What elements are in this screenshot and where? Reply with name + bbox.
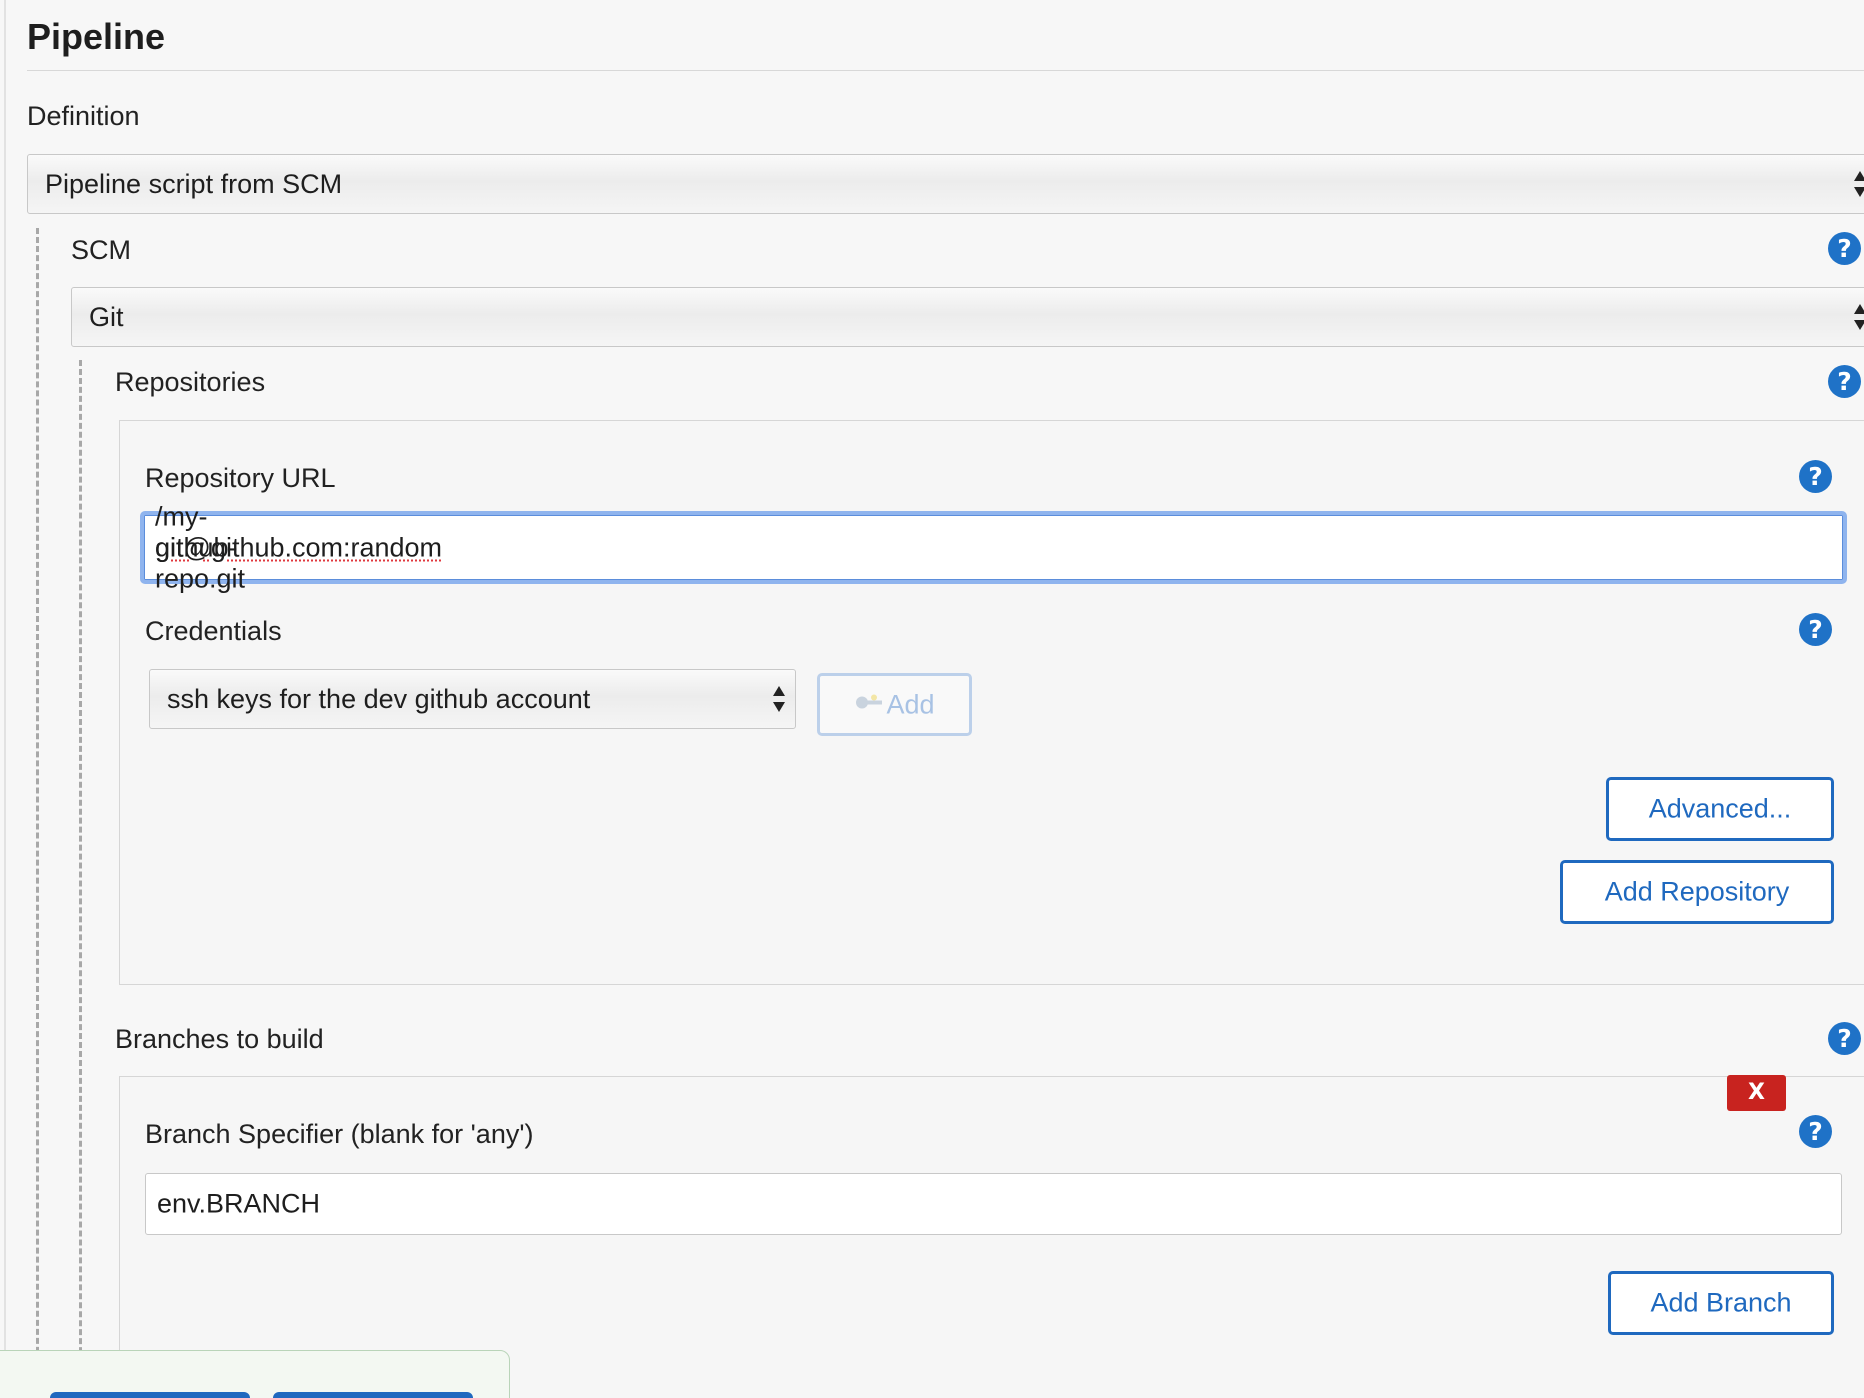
select-arrows-icon bbox=[1854, 302, 1864, 332]
scm-help-icon[interactable]: ? bbox=[1828, 232, 1861, 265]
definition-label: Definition bbox=[27, 101, 140, 131]
bottom-popup-button-2[interactable] bbox=[273, 1392, 473, 1398]
pipeline-config-page: Pipeline Definition Pipeline script from… bbox=[0, 0, 1864, 1398]
advanced-button[interactable]: Advanced... bbox=[1606, 777, 1834, 841]
repository-url-label: Repository URL bbox=[145, 463, 336, 493]
repository-url-input[interactable]: git@github.com:random/my-github-repo.git bbox=[140, 501, 1847, 593]
repositories-label: Repositories bbox=[115, 367, 266, 397]
advanced-label: Advanced... bbox=[1648, 793, 1792, 824]
page-title: Pipeline bbox=[27, 16, 166, 57]
select-arrows-icon bbox=[1854, 169, 1864, 199]
scm-select-value: Git bbox=[89, 302, 124, 332]
repository-url-path: /my-github-repo.git bbox=[155, 501, 246, 593]
branch-specifier-label: Branch Specifier (blank for 'any') bbox=[145, 1119, 534, 1149]
branch-specifier-help-icon[interactable]: ? bbox=[1799, 1115, 1832, 1148]
definition-select-value: Pipeline script from SCM bbox=[45, 169, 343, 199]
branches-label: Branches to build bbox=[115, 1024, 324, 1054]
bottom-popup-button-1[interactable] bbox=[50, 1392, 250, 1398]
credentials-select[interactable]: ssh keys for the dev github account bbox=[149, 669, 796, 729]
title-divider bbox=[27, 70, 1864, 71]
repositories-help-icon[interactable]: ? bbox=[1828, 365, 1861, 398]
credentials-help-icon[interactable]: ? bbox=[1799, 613, 1832, 646]
add-branch-button[interactable]: Add Branch bbox=[1608, 1271, 1834, 1335]
branches-help-icon[interactable]: ? bbox=[1828, 1022, 1861, 1055]
branch-specifier-value: env.BRANCH bbox=[157, 1188, 321, 1219]
definition-select[interactable]: Pipeline script from SCM bbox=[27, 154, 1864, 214]
credentials-select-value: ssh keys for the dev github account bbox=[167, 684, 591, 714]
scm-select[interactable]: Git bbox=[71, 287, 1864, 347]
git-section-guide bbox=[79, 360, 82, 1398]
branch-specifier-input[interactable]: env.BRANCH bbox=[145, 1173, 1842, 1235]
repository-url-help-icon[interactable]: ? bbox=[1799, 460, 1832, 493]
add-repository-label: Add Repository bbox=[1604, 876, 1790, 907]
delete-branch-button[interactable]: X bbox=[1727, 1075, 1786, 1111]
scm-section-guide bbox=[36, 228, 39, 1398]
credentials-label: Credentials bbox=[145, 616, 282, 646]
left-edge-border bbox=[4, 0, 6, 1398]
add-credentials-button[interactable]: Add bbox=[817, 673, 972, 736]
add-branch-label: Add Branch bbox=[1650, 1287, 1792, 1318]
add-repository-button[interactable]: Add Repository bbox=[1560, 860, 1834, 924]
bottom-popup bbox=[0, 1350, 510, 1398]
key-icon bbox=[856, 694, 883, 709]
scm-label: SCM bbox=[71, 235, 131, 265]
select-arrows-icon bbox=[773, 684, 787, 714]
add-credentials-label: Add bbox=[886, 689, 935, 719]
